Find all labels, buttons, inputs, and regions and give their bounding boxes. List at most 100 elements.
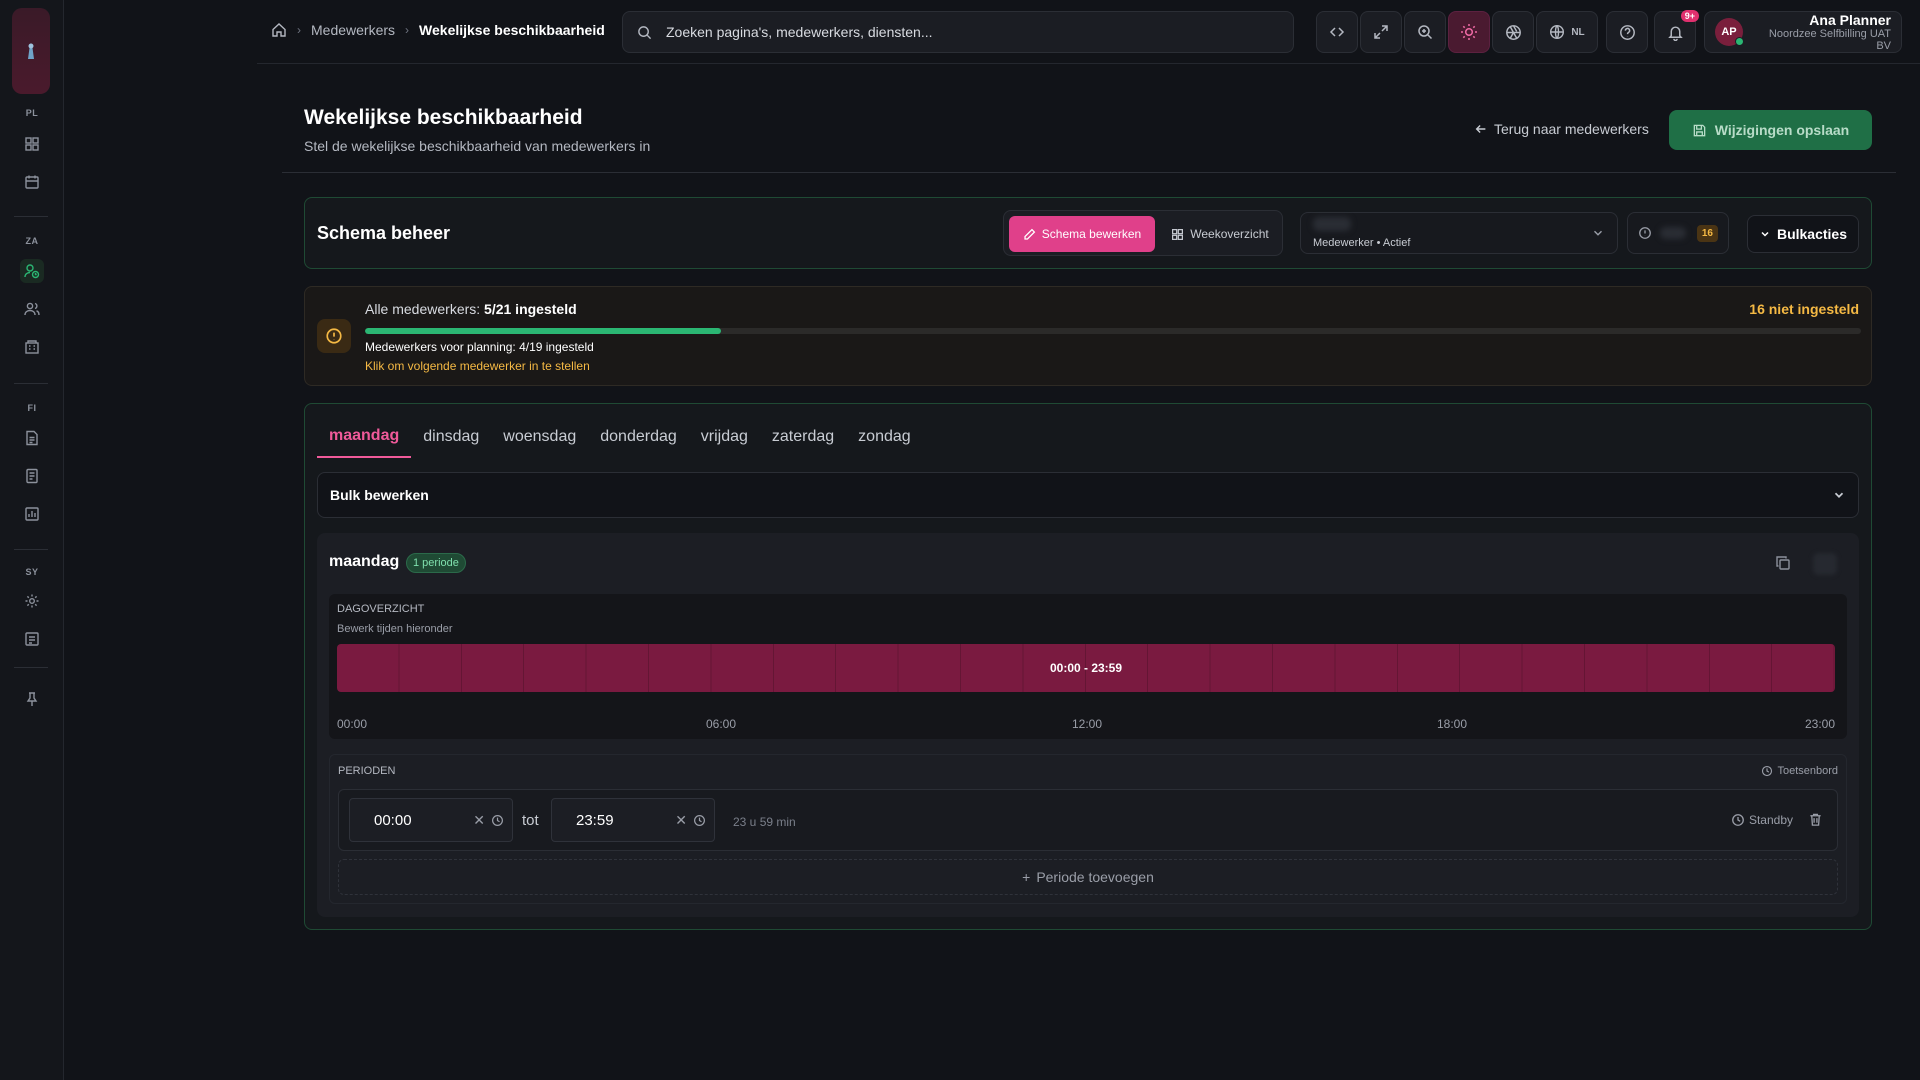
- back-to-employees-link[interactable]: Terug naar medewerkers: [1474, 121, 1649, 137]
- chevron-down-icon: [1594, 230, 1602, 236]
- fullscreen-button[interactable]: [1360, 11, 1402, 53]
- breadcrumb-medewerkers[interactable]: Medewerkers: [311, 22, 395, 38]
- progress-value: 5/21 ingesteld: [484, 301, 577, 317]
- period-count-badge: 1 periode: [406, 553, 466, 573]
- time-tick: 12:00: [1072, 717, 1103, 731]
- period-end-value: 23:59: [576, 811, 614, 829]
- users-icon[interactable]: [20, 297, 44, 321]
- trash-icon[interactable]: [1808, 812, 1823, 827]
- period-start-field[interactable]: 00:00 ✕: [349, 798, 513, 842]
- clear-icon[interactable]: ✕: [473, 812, 485, 829]
- dashboard-icon[interactable]: [20, 132, 44, 156]
- collapse-icon: [1329, 27, 1345, 37]
- period-separator: tot: [522, 812, 539, 829]
- not-set-count: 16 niet ingesteld: [1749, 301, 1859, 317]
- employee-select[interactable]: Medewerker • Actief: [1300, 212, 1618, 254]
- next-employee-link[interactable]: Klik om volgende medewerker in te stelle…: [365, 359, 590, 373]
- help-icon: [1619, 24, 1635, 40]
- time-tick: 00:00: [337, 717, 368, 731]
- notifications-button[interactable]: 9+: [1654, 10, 1699, 53]
- zoom-button[interactable]: [1404, 11, 1446, 53]
- arrow-left-icon: [1475, 125, 1486, 133]
- tab-donderdag[interactable]: donderdag: [588, 416, 689, 458]
- user-menu[interactable]: AP Ana Planner Noordzee Selfbilling UAT …: [1704, 11, 1902, 53]
- app-logo[interactable]: [12, 8, 50, 94]
- chevron-down-icon: [1761, 231, 1769, 237]
- alert-circle-icon: [317, 319, 351, 353]
- progress-bar: [365, 328, 1861, 334]
- avatar: AP: [1715, 18, 1744, 46]
- tab-dinsdag[interactable]: dinsdag: [411, 416, 491, 458]
- aperture-button[interactable]: [1492, 11, 1534, 53]
- rail-section-za: ZA: [25, 236, 39, 246]
- clock-icon: [1762, 765, 1773, 777]
- clock-icon[interactable]: [491, 814, 504, 827]
- keyboard-hint[interactable]: Toetsenbord: [1761, 765, 1838, 777]
- calendar-icon[interactable]: [20, 170, 44, 194]
- not-set-count-badge: 16: [1696, 224, 1718, 242]
- copy-icon[interactable]: [1775, 555, 1791, 571]
- search-bar[interactable]: [622, 11, 1294, 53]
- help-button[interactable]: [1606, 11, 1648, 53]
- lighthouse-icon: [28, 43, 34, 59]
- standby-icon: [1732, 814, 1744, 826]
- bulk-edit-label: Bulk bewerken: [330, 487, 429, 503]
- invoice-icon[interactable]: [20, 464, 44, 488]
- bulk-actions-button[interactable]: Bulkacties: [1747, 215, 1859, 253]
- time-tick: 06:00: [706, 717, 737, 731]
- day-panel: maandag 1 periode Dagoverzicht Bewerk ti…: [317, 533, 1859, 917]
- notification-badge: 9+: [1680, 10, 1699, 22]
- tab-zaterdag[interactable]: zaterdag: [760, 416, 846, 458]
- tab-maandag[interactable]: maandag: [317, 416, 412, 458]
- day-title: maandag: [329, 553, 400, 570]
- home-icon[interactable]: [271, 22, 287, 38]
- setup-progress-card: Alle medewerkers: 5/21 ingesteld 16 niet…: [304, 286, 1872, 386]
- tab-vrijdag[interactable]: vrijdag: [689, 416, 760, 458]
- language-button[interactable]: NL: [1536, 11, 1598, 53]
- theme-toggle-button[interactable]: [1448, 11, 1490, 53]
- period-start-value: 00:00: [374, 811, 412, 829]
- pin-icon[interactable]: [20, 687, 44, 711]
- periods-title: Perioden: [338, 765, 396, 777]
- clear-icon[interactable]: ✕: [675, 812, 687, 829]
- availability-block[interactable]: 00:00 - 23:59: [337, 644, 1835, 692]
- standby-label: Standby: [1748, 813, 1793, 827]
- logs-icon[interactable]: [20, 627, 44, 651]
- left-rail: PL ZA FI SY: [0, 0, 64, 1080]
- edit-schedule-button[interactable]: Schema bewerken: [1009, 216, 1155, 252]
- tab-woensdag[interactable]: woensdag: [491, 416, 588, 458]
- search-icon: [637, 25, 652, 40]
- gear-icon[interactable]: [20, 589, 44, 613]
- day-tabs: maandag dinsdag woensdag donderdag vrijd…: [317, 416, 923, 458]
- user-availability-icon[interactable]: [20, 259, 44, 283]
- page-title: Wekelijkse beschikbaarheid: [304, 106, 583, 129]
- rail-divider: [14, 216, 48, 217]
- document-icon[interactable]: [20, 426, 44, 450]
- tab-zondag[interactable]: zondag: [846, 416, 923, 458]
- status-redacted: [1660, 227, 1686, 239]
- standby-toggle[interactable]: Standby: [1731, 813, 1793, 827]
- save-icon: [1693, 124, 1706, 136]
- progress-label-text: Alle medewerkers:: [365, 301, 481, 317]
- schema-title: Schema beheer: [317, 223, 451, 243]
- search-input[interactable]: [666, 24, 1246, 40]
- collapse-button[interactable]: [1316, 11, 1358, 53]
- progress-label: Alle medewerkers: 5/21 ingesteld: [365, 301, 577, 317]
- rail-section-fi: FI: [27, 403, 37, 413]
- week-overview-button[interactable]: Weekoverzicht: [1162, 216, 1278, 252]
- availability-block-label: 00:00 - 23:59: [1049, 661, 1123, 675]
- clock-icon[interactable]: [693, 814, 706, 827]
- alert-circle-icon: [1639, 227, 1651, 239]
- building-icon[interactable]: [20, 335, 44, 359]
- redacted-action[interactable]: [1813, 553, 1837, 575]
- period-row: 00:00 ✕ tot 23:59 ✕ 23 u 59 min Standby: [338, 789, 1838, 851]
- add-period-button[interactable]: + Periode toevoegen: [338, 859, 1838, 895]
- grid-icon: [1172, 228, 1184, 240]
- add-period-label: Periode toevoegen: [1036, 869, 1154, 885]
- bar-chart-icon[interactable]: [20, 502, 44, 526]
- save-changes-button[interactable]: Wijzigingen opslaan: [1669, 110, 1872, 150]
- period-end-field[interactable]: 23:59 ✕: [551, 798, 715, 842]
- sun-icon: [1461, 24, 1477, 40]
- bulk-edit-accordion[interactable]: Bulk bewerken: [317, 472, 1859, 518]
- status-filter[interactable]: 16: [1627, 212, 1729, 254]
